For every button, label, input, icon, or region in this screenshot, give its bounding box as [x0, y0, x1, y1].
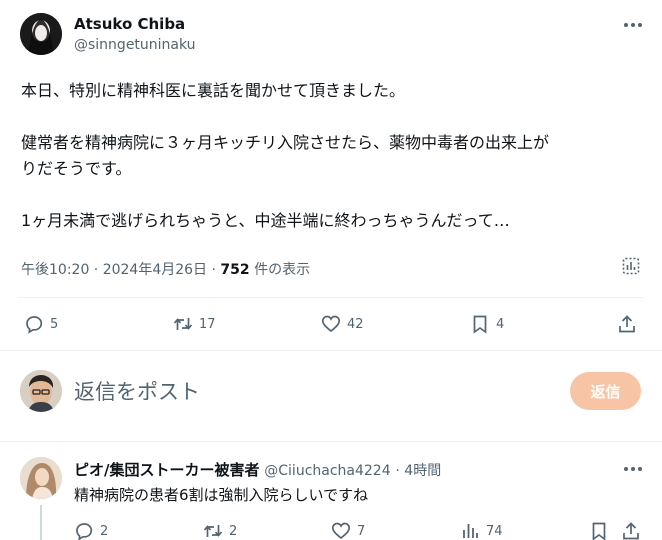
- reply-views-button[interactable]: 74: [460, 521, 503, 540]
- author-avatar[interactable]: [20, 13, 62, 55]
- reply-icon: [26, 316, 43, 334]
- analytics-icon[interactable]: [621, 256, 641, 276]
- reply-repost-count: 2: [229, 523, 238, 539]
- reply-thread-line: [40, 505, 42, 540]
- reply-time[interactable]: · 4時間: [395, 463, 441, 479]
- reply-submit-button[interactable]: 返信: [570, 372, 641, 410]
- share-button[interactable]: [617, 314, 637, 334]
- post-meta: 午後10:20 · 2024年4月26日 · 752 件の表示: [21, 259, 310, 279]
- bookmark-icon: [473, 315, 487, 334]
- reply-bookmark-button[interactable]: [589, 521, 609, 540]
- heart-icon: [321, 315, 341, 333]
- share-icon: [619, 315, 635, 333]
- divider: [18, 297, 644, 298]
- post-text-line: 健常者を精神病院に３ヶ月キッチリ入院させたら、薬物中毒者の出来上が: [21, 133, 550, 152]
- reply-author-handle[interactable]: @Ciiuchacha4224: [264, 463, 390, 479]
- author-name[interactable]: Atsuko Chiba: [74, 15, 185, 33]
- repost-icon: [173, 318, 193, 330]
- reply-icon: [76, 523, 93, 540]
- repost-icon: [203, 525, 223, 537]
- bookmark-count: 4: [496, 316, 505, 332]
- reply-header: ピオ/集団ストーカー被害者 @Ciiuchacha4224 · 4時間: [74, 459, 441, 480]
- views-icon: [463, 524, 478, 538]
- reply-more-options-icon[interactable]: [624, 467, 642, 471]
- repost-count: 17: [199, 316, 216, 332]
- post-timestamp[interactable]: 午後10:20 · 2024年4月26日 ·: [21, 262, 220, 278]
- like-button[interactable]: 42: [321, 314, 364, 334]
- reply-author-name[interactable]: ピオ/集団ストーカー被害者: [74, 461, 259, 479]
- divider: [0, 350, 662, 351]
- reply-like-button[interactable]: 7: [331, 521, 365, 540]
- view-count: 752: [220, 262, 250, 278]
- bookmark-button[interactable]: 4: [470, 314, 504, 334]
- like-count: 42: [347, 316, 364, 332]
- view-count-suffix: 件の表示: [249, 262, 311, 278]
- reply-like-count: 7: [357, 523, 366, 539]
- post-text-line: 1ヶ月未満で逃げられちゃうと、中途半端に終わっちゃうんだって…: [21, 211, 510, 230]
- reply-input[interactable]: 返信をポスト: [74, 376, 200, 406]
- post-text-line: りだそうです。: [21, 159, 132, 178]
- post-text-line: 本日、特別に精神科医に裏話を聞かせて頂きました。: [21, 81, 406, 100]
- heart-icon: [331, 522, 351, 540]
- reply-count: 5: [50, 316, 59, 332]
- current-user-avatar[interactable]: [20, 370, 62, 412]
- post-text: 本日、特別に精神科医に裏話を聞かせて頂きました。 健常者を精神病院に３ヶ月キッチ…: [21, 78, 651, 234]
- reply-button[interactable]: 5: [24, 314, 58, 334]
- reply-author-avatar[interactable]: [20, 457, 62, 499]
- reply-repost-button[interactable]: 2: [203, 521, 237, 540]
- bookmark-icon: [592, 522, 606, 540]
- reply-views-count: 74: [486, 523, 503, 539]
- more-options-icon[interactable]: [624, 23, 642, 27]
- reply-reply-button[interactable]: 2: [74, 521, 108, 540]
- reply-text: 精神病院の患者6割は強制入院らしいですね: [74, 486, 369, 504]
- share-icon: [623, 522, 639, 540]
- divider: [0, 441, 662, 442]
- reply-share-button[interactable]: [621, 521, 641, 540]
- repost-button[interactable]: 17: [173, 314, 216, 334]
- reply-reply-count: 2: [100, 523, 109, 539]
- author-handle[interactable]: @sinngetuninaku: [74, 37, 196, 53]
